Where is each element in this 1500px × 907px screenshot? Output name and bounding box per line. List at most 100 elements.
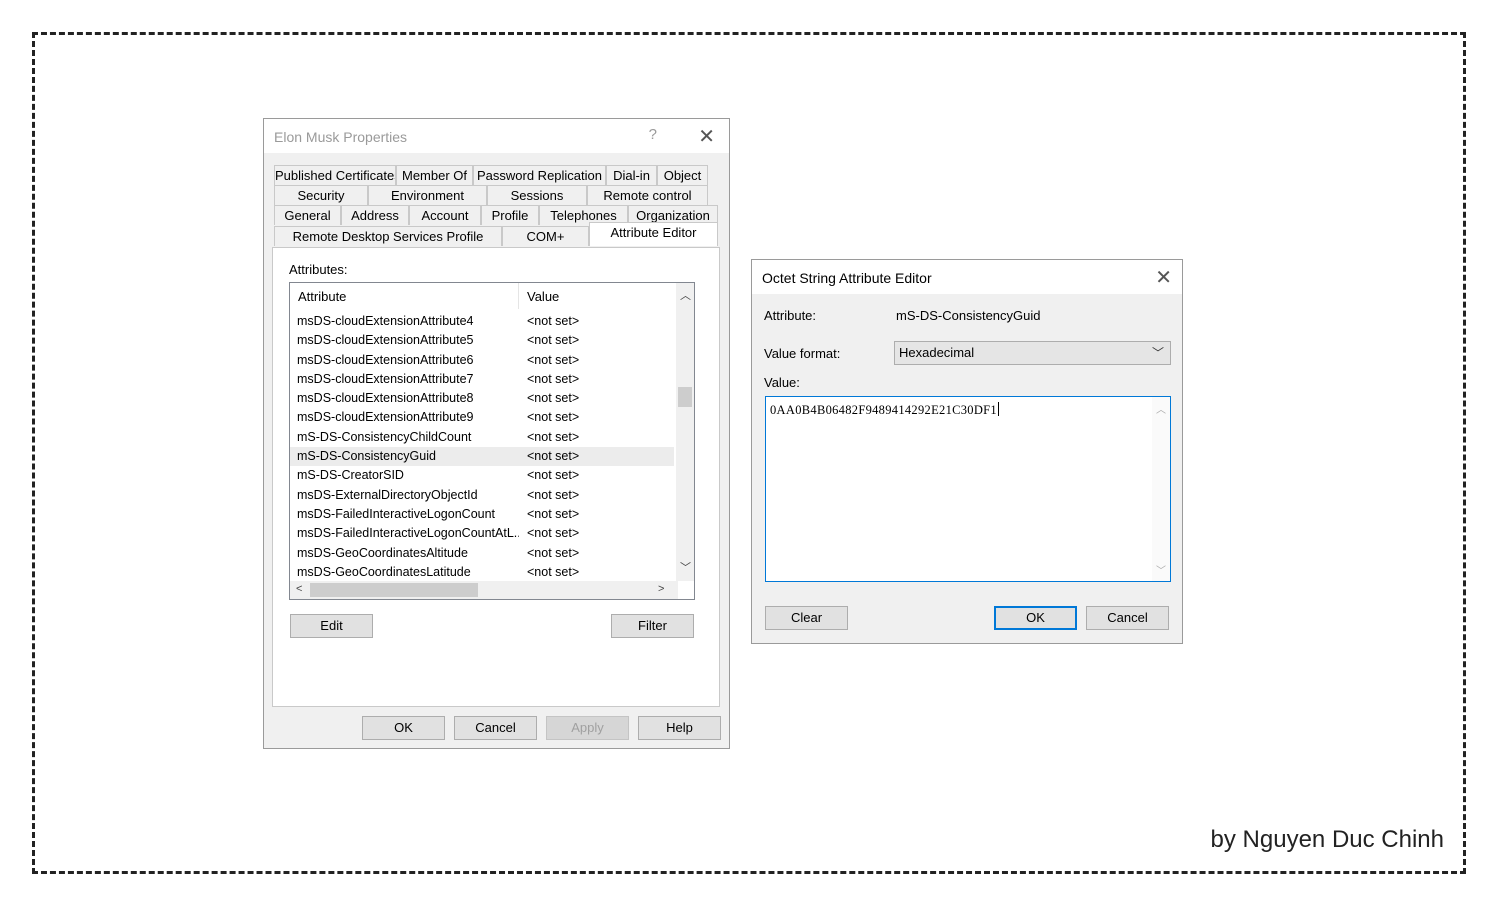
attribute-value: <not set> [527,352,580,367]
ok-button[interactable]: OK [362,716,445,740]
tab-row-2: Security Environment Sessions Remote con… [274,185,708,205]
tab-row-4: Remote Desktop Services Profile COM+ Att… [274,222,718,246]
attribute-name: msDS-FailedInteractiveLogonCount [297,506,496,521]
scroll-up-icon[interactable]: ︿ [680,287,691,303]
list-item[interactable]: msDS-cloudExtensionAttribute7 <not set> [290,370,674,389]
list-item[interactable]: mS-DS-ConsistencyChildCount <not set> [290,428,674,447]
list-item[interactable]: msDS-cloudExtensionAttribute9 <not set> [290,408,674,427]
attribute-label: Attribute: [764,308,817,323]
value-format-select[interactable]: Hexadecimal ﹀ [894,341,1171,365]
scroll-down-icon[interactable]: ﹀ [680,559,691,575]
octet-string-editor-dialog: Octet String Attribute Editor ✕ Attribut… [751,259,1183,644]
edit-button[interactable]: Edit [290,614,373,638]
attribute-name: msDS-cloudExtensionAttribute5 [297,333,474,348]
apply-button[interactable]: Apply [546,716,629,740]
list-item[interactable]: msDS-cloudExtensionAttribute8 <not set> [290,389,674,408]
attribute-value: <not set> [527,429,580,444]
horizontal-scrollbar[interactable]: < > [290,581,678,599]
attribute-value: <not set> [527,526,580,541]
column-header-value[interactable]: Value [519,283,676,309]
list-item[interactable]: msDS-GeoCoordinatesLatitude <not set> [290,563,674,582]
octet-titlebar: Octet String Attribute Editor ✕ [752,260,1182,294]
tab-remote-control[interactable]: Remote control [587,185,708,205]
list-item[interactable]: msDS-FailedInteractiveLogonCount <not set… [290,505,674,524]
tab-row-1: Published Certificates Member Of Passwor… [274,165,708,185]
list-item[interactable]: msDS-ExternalDirectoryObjectId <not set> [290,486,674,505]
tab-address[interactable]: Address [341,205,409,225]
hex-value-text: 0AA0B4B06482F9489414292E21C30DF1 [770,403,997,417]
tab-com-plus[interactable]: COM+ [502,226,589,246]
attribute-value: <not set> [527,468,580,483]
tab-password-replication[interactable]: Password Replication [473,165,606,185]
properties-title: Elon Musk Properties [274,129,408,145]
octet-title: Octet String Attribute Editor [762,270,932,286]
column-header-attribute[interactable]: Attribute [290,283,519,309]
author-credit: by Nguyen Duc Chinh [1210,826,1444,853]
attribute-name: mS-DS-CreatorSID [297,468,404,483]
attribute-value: <not set> [527,314,580,328]
value-scrollbar[interactable]: ︿ ﹀ [1152,397,1170,581]
properties-dialog: Elon Musk Properties ? ✕ Published Certi… [263,118,730,749]
tab-published-certificates[interactable]: Published Certificates [274,165,396,185]
tab-environment[interactable]: Environment [368,185,487,205]
tab-account[interactable]: Account [409,205,481,225]
help-icon[interactable]: ? [649,126,657,143]
ok-button[interactable]: OK [994,606,1077,630]
scroll-left-icon[interactable]: < [296,583,302,595]
value-format-label: Value format: [764,346,841,361]
value-textarea[interactable]: 0AA0B4B06482F9489414292E21C30DF1 ︿ ﹀ [765,396,1171,582]
cancel-button[interactable]: Cancel [454,716,537,740]
attribute-value: <not set> [527,506,580,521]
attribute-name: msDS-cloudExtensionAttribute4 [297,314,474,328]
close-icon[interactable]: ✕ [698,124,715,149]
tab-member-of[interactable]: Member Of [396,165,473,185]
attribute-name: msDS-cloudExtensionAttribute7 [297,371,474,386]
attribute-value: <not set> [527,391,580,406]
list-item[interactable]: msDS-cloudExtensionAttribute4 <not set> [290,312,674,331]
scrollbar-thumb-horizontal[interactable] [310,583,478,597]
scroll-down-icon[interactable]: ﹀ [1156,562,1166,577]
attribute-name: mS-DS-ConsistencyChildCount [297,429,472,444]
value-label: Value: [764,375,800,390]
scroll-up-icon[interactable]: ︿ [1156,401,1166,416]
list-item[interactable]: msDS-cloudExtensionAttribute5 <not set> [290,331,674,350]
tab-general[interactable]: General [274,205,341,225]
list-item[interactable]: msDS-cloudExtensionAttribute6 <not set> [290,351,674,370]
attribute-name: msDS-ExternalDirectoryObjectId [297,487,478,502]
attribute-name: msDS-cloudExtensionAttribute8 [297,391,474,406]
tab-profile[interactable]: Profile [481,205,539,225]
attribute-value: <not set> [527,564,580,579]
list-item[interactable]: mS-DS-CreatorSID <not set> [290,466,674,485]
vertical-scrollbar[interactable]: ︿ ﹀ [676,283,694,581]
tab-remote-desktop-services-profile[interactable]: Remote Desktop Services Profile [274,226,502,246]
value-format-selected: Hexadecimal [899,345,975,360]
tab-object[interactable]: Object [657,165,708,185]
clear-button[interactable]: Clear [765,606,848,630]
list-item[interactable]: msDS-GeoCoordinatesAltitude <not set> [290,544,674,563]
attribute-value: <not set> [527,545,580,560]
tab-dial-in[interactable]: Dial-in [606,165,657,185]
attribute-value: <not set> [527,449,580,464]
list-rows: msDS-cloudExtensionAttribute4 <not set> ms… [290,312,674,582]
scrollbar-thumb[interactable] [678,387,692,407]
help-button[interactable]: Help [638,716,721,740]
attribute-value: <not set> [527,410,580,425]
attribute-value: <not set> [527,371,580,386]
attribute-name: msDS-GeoCoordinatesLatitude [297,564,471,579]
attribute-name: msDS-cloudExtensionAttribute9 [297,410,474,425]
attributes-list[interactable]: Attribute Value msDS-cloudExtensionAttri… [289,282,695,600]
tab-sessions[interactable]: Sessions [487,185,587,205]
scroll-right-icon[interactable]: > [658,583,664,595]
tab-attribute-editor[interactable]: Attribute Editor [589,222,718,246]
list-item[interactable]: mS-DS-ConsistencyGuid <not set> [290,447,674,467]
filter-button[interactable]: Filter [611,614,694,638]
tab-security[interactable]: Security [274,185,368,205]
list-item[interactable]: msDS-FailedInteractiveLogonCountAtL... <n… [290,524,674,543]
attribute-name: msDS-FailedInteractiveLogonCountAtL... [297,526,519,541]
properties-titlebar: Elon Musk Properties ? ✕ [264,119,729,153]
attribute-editor-panel: Attributes: Attribute Value msDS-cloudEx… [272,247,720,707]
cancel-button[interactable]: Cancel [1086,606,1169,630]
close-icon[interactable]: ✕ [1155,265,1172,290]
dashed-frame [32,32,1466,874]
attribute-value: <not set> [527,487,580,502]
